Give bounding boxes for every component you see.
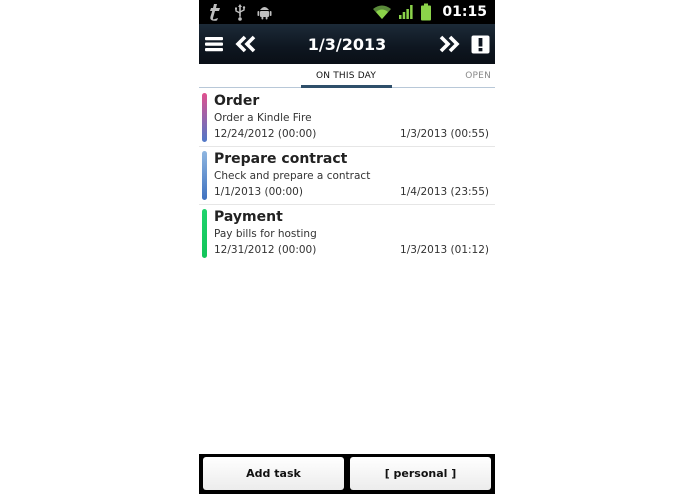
menu-button[interactable] [205,34,223,54]
app-header: 1/3/2013 [199,24,495,64]
task-start-date: 12/31/2012 (00:00) [214,244,317,256]
task-start-date: 12/24/2012 (00:00) [214,128,317,140]
alerts-button[interactable] [470,34,490,54]
active-tab-indicator [301,85,392,88]
task-description: Check and prepare a contract [214,170,371,182]
tab-open[interactable]: OPEN [465,71,491,81]
double-chevron-right-icon [439,35,460,53]
task-item-prepare-contract[interactable]: Prepare contract Check and prepare a con… [199,147,495,205]
usb-icon [235,4,246,21]
task-title: Prepare contract [214,151,348,167]
exclamation-icon [471,35,489,53]
task-list: Order Order a Kindle Fire 12/24/2012 (00… [199,89,495,262]
task-color-bar [202,151,207,200]
task-color-bar [202,209,207,258]
signal-icon [399,5,414,19]
task-description: Pay bills for hosting [214,228,317,240]
menu-icon [205,37,223,52]
double-chevron-left-icon [235,35,256,53]
phone-screen: 01:15 1/3/2013 ON THIS DAY OPEN Order Or… [199,0,495,494]
task-end-date: 1/3/2013 (01:12) [400,244,489,256]
task-end-date: 1/3/2013 (00:55) [400,128,489,140]
talkback-icon [210,4,220,21]
task-item-order[interactable]: Order Order a Kindle Fire 12/24/2012 (00… [199,89,495,147]
wifi-icon [373,5,392,19]
task-color-bar [202,93,207,142]
add-task-button[interactable]: Add task [203,457,344,490]
battery-icon [421,3,432,21]
bottom-action-bar: Add task [ personal ] [199,454,495,494]
task-item-payment[interactable]: Payment Pay bills for hosting 12/31/2012… [199,205,495,262]
previous-day-button[interactable] [234,34,258,54]
task-description: Order a Kindle Fire [214,112,312,124]
tab-on-this-day[interactable]: ON THIS DAY [301,71,391,81]
task-title: Order [214,93,260,109]
status-clock: 01:15 [442,4,487,20]
task-end-date: 1/4/2013 (23:55) [400,186,489,198]
android-debug-icon [257,7,272,20]
next-day-button[interactable] [437,34,461,54]
status-bar: 01:15 [199,0,495,24]
task-title: Payment [214,209,283,225]
category-button[interactable]: [ personal ] [350,457,491,490]
task-start-date: 1/1/2013 (00:00) [214,186,303,198]
tab-bar: ON THIS DAY OPEN [199,64,495,89]
